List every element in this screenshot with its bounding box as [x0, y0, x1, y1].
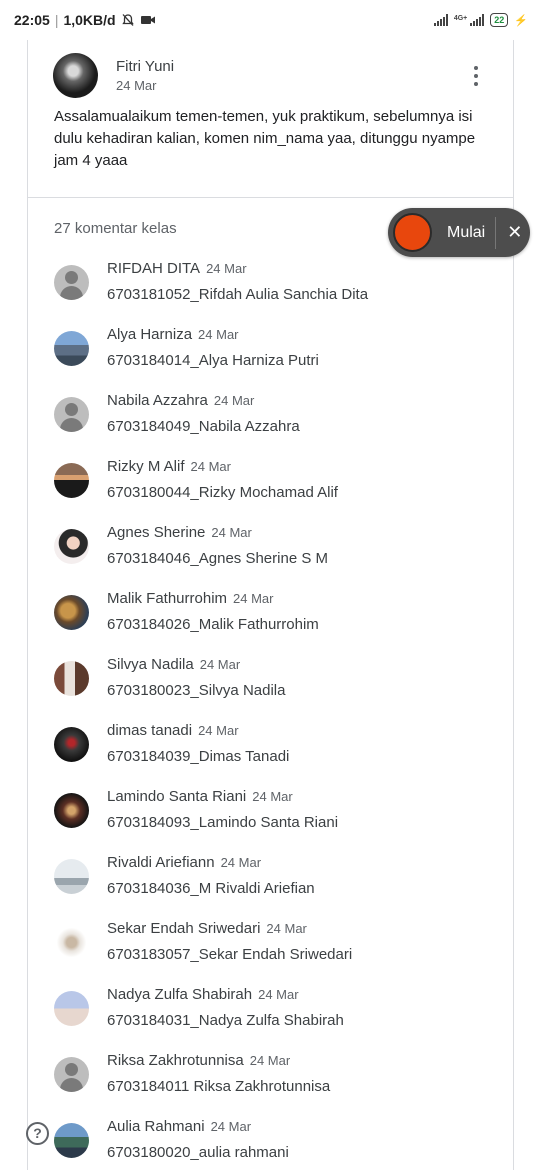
comment-item: Rivaldi Ariefiann 24 Mar 6703184036_M Riv…: [54, 854, 494, 920]
comment-date: 24 Mar: [233, 591, 274, 606]
comment-author: Malik Fathurrohim: [107, 590, 228, 607]
post-text: Assalamualaikum temen-temen, yuk praktik…: [54, 108, 476, 169]
default-avatar-icon[interactable]: [54, 397, 89, 432]
comment-author: Silvya Nadila: [107, 656, 194, 673]
comment-date: 24 Mar: [206, 261, 247, 276]
comment-text: 6703180023_Silvya Nadila: [107, 682, 286, 699]
recorder-divider: [495, 216, 497, 249]
comment-author: Agnes Sherine: [107, 524, 206, 541]
comment-text: 6703184036_M Rivaldi Ariefian: [107, 880, 315, 897]
status-time: 22:05: [14, 12, 50, 28]
user-avatar[interactable]: [54, 463, 89, 498]
record-button[interactable]: [393, 213, 432, 252]
comment-item: Sekar Endah Sriwedari 24 Mar 6703183057_S…: [54, 920, 494, 986]
comment-author: Riksa Zakhrotunnisa: [107, 1052, 244, 1069]
video-camera-icon: [140, 16, 155, 24]
comment-text: 6703180020_aulia rahmani: [107, 1144, 289, 1161]
user-avatar[interactable]: [54, 793, 89, 828]
comment-text: 6703184011 Riksa Zakhrotunnisa: [107, 1078, 331, 1095]
comment-item: Nadya Zulfa Shabirah 24 Mar 6703184031_Na…: [54, 986, 494, 1052]
comment-item: Malik Fathurrohim 24 Mar 6703184026_Malik…: [54, 590, 494, 656]
comment-date: 24 Mar: [252, 789, 293, 804]
default-avatar-icon[interactable]: [54, 1057, 89, 1092]
announcement-post: Fitri Yuni 24 Mar Assalamualaikum temen-…: [27, 40, 514, 198]
comment-date: 24 Mar: [211, 525, 252, 540]
comment-date: 24 Mar: [190, 459, 231, 474]
comment-date: 24 Mar: [198, 723, 239, 738]
comment-text: 6703184039_Dimas Tanadi: [107, 748, 290, 765]
comment-author: Nadya Zulfa Shabirah: [107, 986, 253, 1003]
status-speed: 1,0KB/d: [63, 12, 116, 28]
comment-author: RIFDAH DITA: [107, 260, 201, 277]
comment-author: Aulia Rahmani: [107, 1118, 205, 1135]
comment-author: Rivaldi Ariefiann: [107, 854, 215, 871]
battery-level: 22: [494, 14, 505, 25]
charging-icon: ⚡: [514, 14, 528, 27]
comment-author: Nabila Azzahra: [107, 392, 208, 409]
comment-item: Silvya Nadila 24 Mar 6703180023_Silvya Na…: [54, 656, 494, 722]
comment-date: 24 Mar: [210, 1119, 252, 1134]
status-right: 4G+ 22 ⚡: [433, 13, 528, 27]
comment-author: dimas tanadi: [107, 722, 193, 739]
user-avatar[interactable]: [54, 925, 89, 960]
post-author: Fitri Yuni: [116, 58, 175, 75]
comment-item: dimas tanadi 24 Mar 6703184039_Dimas Tana…: [54, 722, 494, 788]
user-avatar[interactable]: [54, 727, 89, 762]
class-comments-count[interactable]: 27 komentar kelas: [54, 220, 177, 237]
status-separator: |: [54, 12, 59, 28]
comment-text: 6703184046_Agnes Sherine S M: [107, 550, 329, 567]
user-avatar[interactable]: [54, 661, 89, 696]
user-avatar[interactable]: [54, 595, 89, 630]
comment-date: 24 Mar: [258, 987, 299, 1002]
network-type: 4G+: [453, 15, 468, 22]
screen-recorder-widget: Mulai ✕: [388, 208, 530, 257]
comment-date: 24 Mar: [199, 657, 241, 672]
status-bar: 22:05 | 1,0KB/d 4G+ 22 ⚡: [0, 0, 540, 40]
battery-icon: 22: [490, 13, 509, 27]
comment-text: 6703183057_Sekar Endah Sriwedari: [107, 946, 353, 963]
comment-item: Aulia Rahmani 24 Mar 6703180020_aulia rah…: [54, 1118, 494, 1170]
comment-author: Alya Harniza: [107, 326, 193, 343]
comment-text: 6703181052_Rifdah Aulia Sanchia Dita: [107, 286, 369, 303]
help-icon[interactable]: ?: [26, 1122, 49, 1145]
comment-author: Lamindo Santa Riani: [107, 788, 247, 805]
user-avatar[interactable]: [54, 859, 89, 894]
comment-text: 6703184026_Malik Fathurrohim: [107, 616, 319, 633]
comment-text: 6703184049_Nabila Azzahra: [107, 418, 300, 435]
comment-item: Alya Harniza 24 Mar 6703184014_Alya Harni…: [54, 326, 494, 392]
comment-text: 6703184093_Lamindo Santa Riani: [107, 814, 339, 831]
signal-icon-2: [470, 14, 485, 26]
status-left: 22:05 | 1,0KB/d: [14, 12, 156, 28]
author-avatar[interactable]: [53, 53, 98, 98]
signal-icon: [433, 14, 448, 26]
post-date: 24 Mar: [116, 78, 157, 93]
comment-item: Nabila Azzahra 24 Mar 6703184049_Nabila A…: [54, 392, 494, 458]
user-avatar[interactable]: [54, 331, 89, 366]
comment-date: 24 Mar: [266, 921, 307, 936]
comment-date: 24 Mar: [198, 327, 239, 342]
comment-text: 6703184014_Alya Harniza Putri: [107, 352, 319, 369]
comment-item: Agnes Sherine 24 Mar 6703184046_Agnes She…: [54, 524, 494, 590]
record-start-label[interactable]: Mulai: [447, 224, 485, 242]
comment-date: 24 Mar: [249, 1053, 291, 1068]
comment-author: Rizky M Alif: [107, 458, 185, 475]
comment-date: 24 Mar: [213, 393, 255, 408]
comment-item: Rizky M Alif 24 Mar 6703180044_Rizky Moch…: [54, 458, 494, 524]
user-avatar[interactable]: [54, 529, 89, 564]
comment-author: Sekar Endah Sriwedari: [107, 920, 261, 937]
comment-item: Lamindo Santa Riani 24 Mar 6703184093_Lam…: [54, 788, 494, 854]
comment-text: 6703184031_Nadya Zulfa Shabirah: [107, 1012, 344, 1029]
user-avatar[interactable]: [54, 991, 89, 1026]
more-options-icon[interactable]: [474, 66, 480, 86]
comment-text: 6703180044_Rizky Mochamad Alif: [107, 484, 338, 501]
mute-bell-icon: [121, 14, 134, 26]
user-avatar[interactable]: [54, 1123, 89, 1158]
close-icon[interactable]: ✕: [507, 222, 522, 243]
comment-date: 24 Mar: [220, 855, 262, 870]
comment-item: RIFDAH DITA 24 Mar 6703181052_Rifdah Auli…: [54, 260, 494, 326]
default-avatar-icon[interactable]: [54, 265, 89, 300]
comment-item: Riksa Zakhrotunnisa 24 Mar 6703184011 Rik…: [54, 1052, 494, 1118]
